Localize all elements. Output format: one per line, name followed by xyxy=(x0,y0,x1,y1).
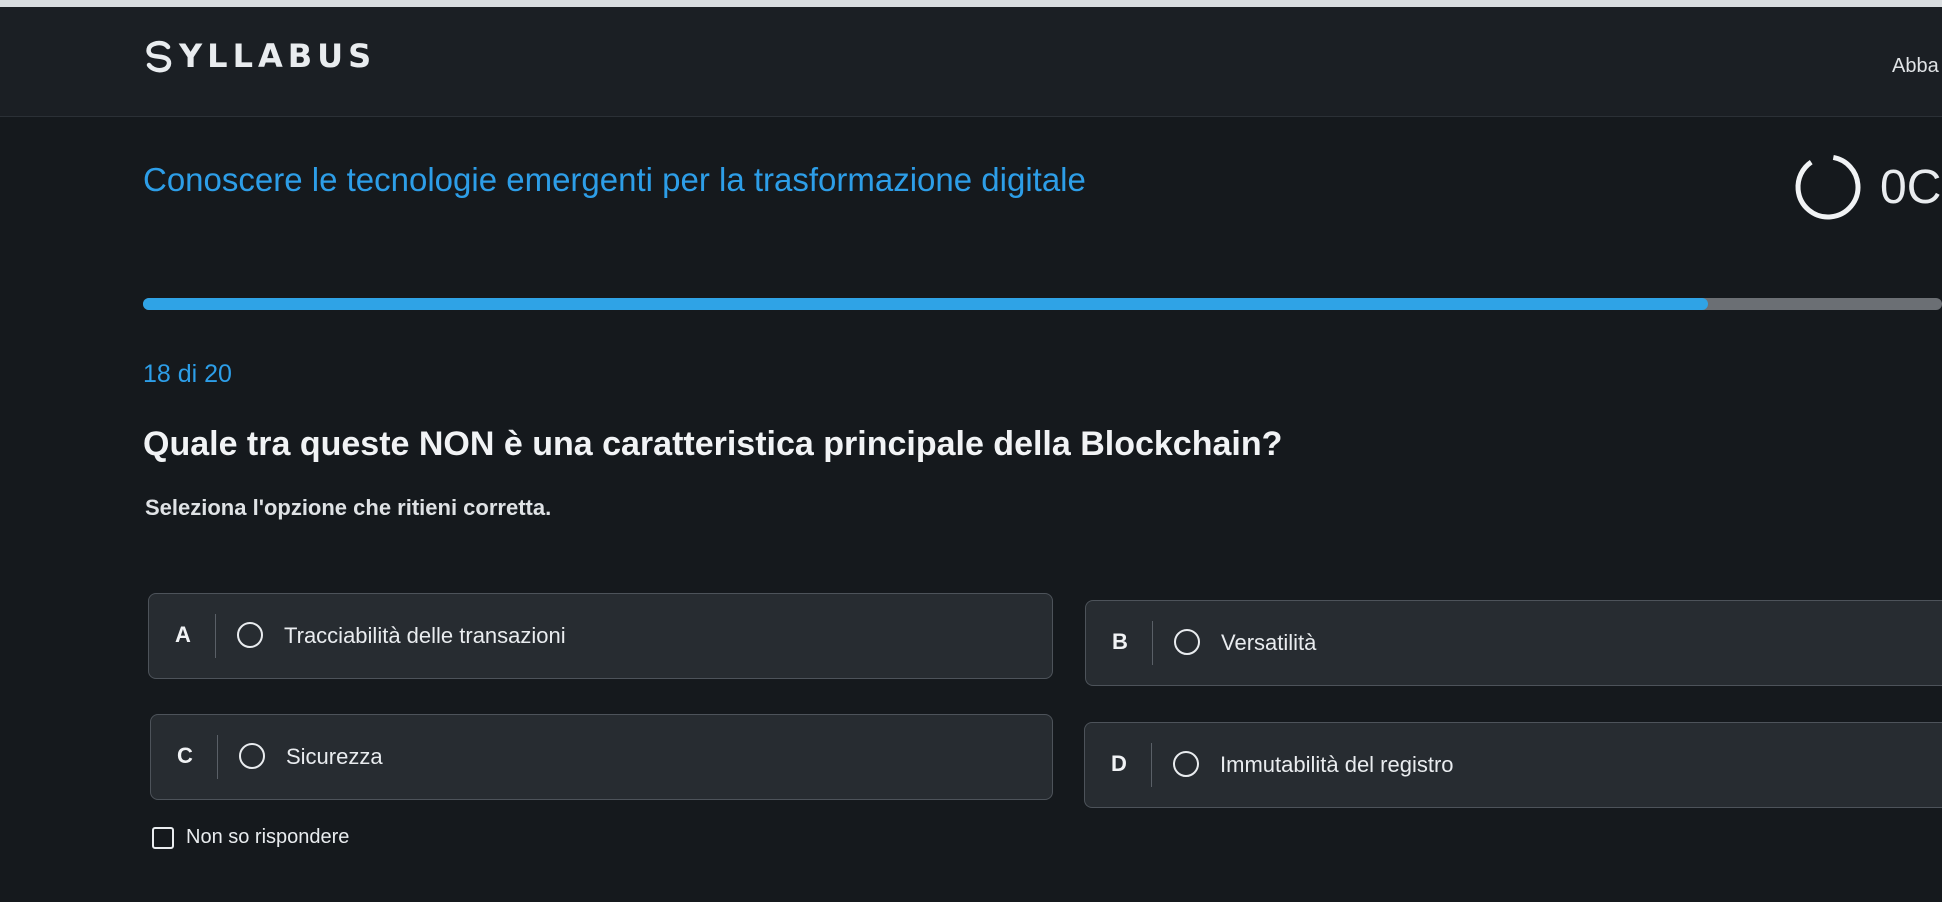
question-text: Quale tra queste NON è una caratteristic… xyxy=(143,425,1283,463)
option-c[interactable]: C Sicurezza xyxy=(150,714,1053,800)
option-letter: D xyxy=(1111,751,1127,776)
option-b[interactable]: B Versatilità xyxy=(1085,600,1942,686)
timer-value: 0C xyxy=(1880,161,1942,214)
option-label: Tracciabilità delle transazioni xyxy=(284,623,566,648)
radio-icon[interactable] xyxy=(239,743,265,769)
checkbox-icon[interactable] xyxy=(152,826,174,849)
user-name[interactable]: Abba xyxy=(1892,55,1939,78)
question-instruction: Seleziona l'opzione che ritieni corretta… xyxy=(145,495,552,520)
option-divider xyxy=(217,735,218,779)
syllabus-logo[interactable]: YLLABUS xyxy=(141,33,376,79)
syllabus-s-logo-icon xyxy=(146,40,172,73)
radio-icon[interactable] xyxy=(237,622,263,648)
top-header: YLLABUS Abba xyxy=(0,7,1942,117)
option-divider xyxy=(215,614,216,658)
option-letter: B xyxy=(1112,629,1128,654)
option-d[interactable]: D Immutabilità del registro xyxy=(1084,722,1942,808)
option-label: Immutabilità del registro xyxy=(1220,752,1454,777)
option-divider xyxy=(1151,743,1152,787)
no-answer-option[interactable]: Non so rispondere xyxy=(152,826,349,849)
course-title: Conoscere le tecnologie emergenti per la… xyxy=(143,161,1086,198)
option-divider xyxy=(1152,621,1153,665)
question-counter: 18 di 20 xyxy=(143,360,232,388)
no-answer-label: Non so rispondere xyxy=(186,826,350,848)
option-label: Sicurezza xyxy=(286,744,383,769)
option-letter: C xyxy=(177,743,193,768)
timer-ring-icon xyxy=(1795,154,1861,220)
screen-top-edge xyxy=(0,0,1942,7)
logo-text: YLLABUS xyxy=(179,37,377,75)
option-letter: A xyxy=(175,622,191,647)
option-label: Versatilità xyxy=(1221,630,1317,655)
radio-icon[interactable] xyxy=(1174,629,1200,655)
quiz-progress-fill xyxy=(143,298,1709,310)
option-a[interactable]: A Tracciabilità delle transazioni xyxy=(148,593,1053,679)
radio-icon[interactable] xyxy=(1173,751,1199,777)
